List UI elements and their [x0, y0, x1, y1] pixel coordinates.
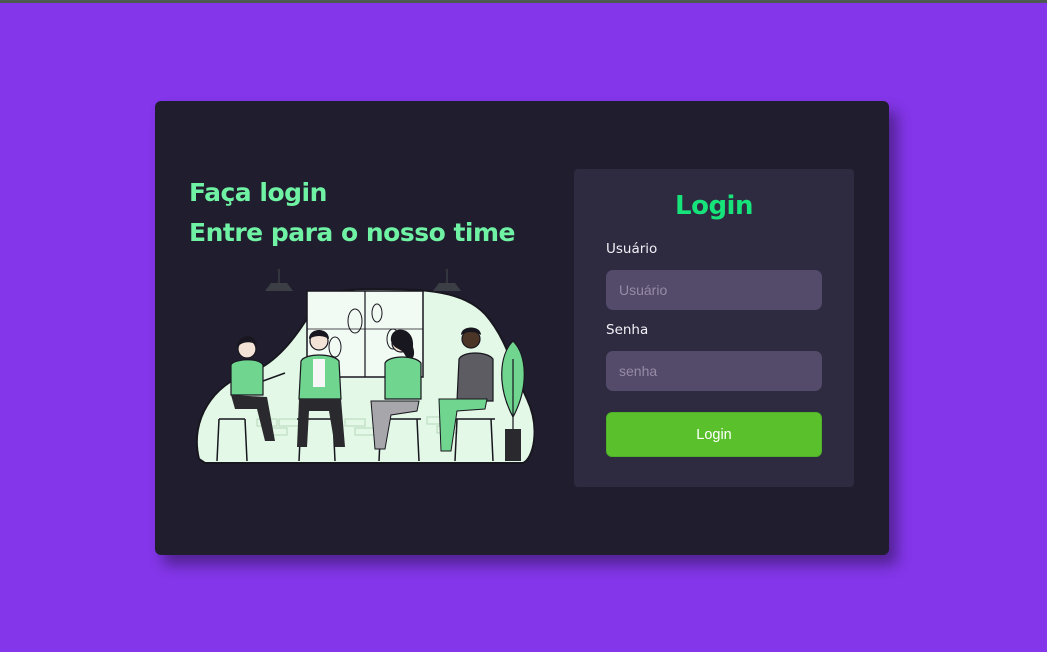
hero-section: Faça login Entre para o nosso time — [189, 173, 549, 253]
login-title: Login — [675, 191, 753, 221]
username-label: Usuário — [606, 241, 658, 257]
login-button[interactable]: Login — [606, 412, 822, 457]
team-meeting-illustration — [195, 269, 535, 464]
password-input[interactable] — [606, 351, 822, 391]
top-border — [0, 0, 1047, 3]
login-panel: Login Usuário Senha Login — [574, 169, 854, 487]
password-label: Senha — [606, 322, 649, 338]
hero-headline-line1: Faça login — [189, 178, 327, 207]
hero-headline-line2: Entre para o nosso time — [189, 218, 516, 247]
username-input[interactable] — [606, 270, 822, 310]
login-card: Faça login Entre para o nosso time Login… — [155, 101, 889, 555]
